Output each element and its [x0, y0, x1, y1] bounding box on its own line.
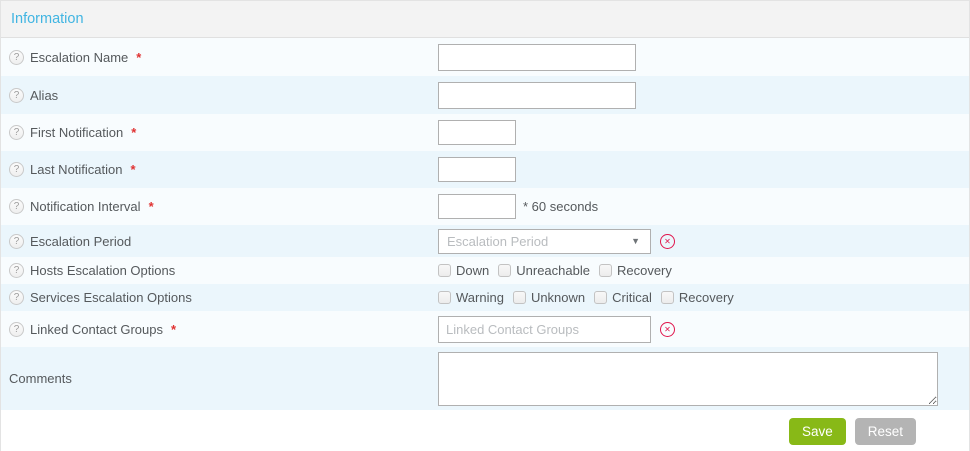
row-alias: ? Alias — [1, 76, 969, 114]
required-mark: * — [131, 162, 136, 177]
help-icon[interactable]: ? — [9, 88, 24, 103]
required-mark: * — [149, 199, 154, 214]
label-cell: ? Hosts Escalation Options — [1, 263, 438, 278]
reset-button[interactable]: Reset — [855, 418, 916, 445]
label-cell: ? Last Notification * — [1, 162, 438, 177]
escalation-period-select[interactable]: Escalation Period ▼ — [438, 229, 651, 254]
field-cell: ✕ — [438, 316, 969, 343]
field-cell — [438, 82, 969, 109]
field-label: Services Escalation Options — [30, 290, 192, 305]
checkbox-label: Unknown — [531, 290, 585, 305]
checkbox-icon — [438, 264, 451, 277]
required-mark: * — [171, 322, 176, 337]
checkbox-label: Unreachable — [516, 263, 590, 278]
checkbox-option-recovery[interactable]: Recovery — [599, 263, 672, 278]
label-cell: ? First Notification * — [1, 125, 438, 140]
help-icon[interactable]: ? — [9, 199, 24, 214]
help-icon[interactable]: ? — [9, 263, 24, 278]
field-label: Escalation Period — [30, 234, 131, 249]
form-actions: Save Reset — [1, 410, 969, 451]
help-icon[interactable]: ? — [9, 290, 24, 305]
clear-escalation-period-icon[interactable]: ✕ — [660, 234, 675, 249]
field-cell — [438, 352, 969, 406]
field-label: Last Notification — [30, 162, 123, 177]
checkbox-label: Recovery — [617, 263, 672, 278]
field-cell: Warning Unknown Critical Recovery — [438, 290, 969, 305]
checkbox-icon — [438, 291, 451, 304]
clear-linked-contact-groups-icon[interactable]: ✕ — [660, 322, 675, 337]
checkbox-option-unknown[interactable]: Unknown — [513, 290, 585, 305]
chevron-down-icon: ▼ — [631, 236, 640, 246]
label-cell: ? Escalation Name * — [1, 50, 438, 65]
help-icon[interactable]: ? — [9, 234, 24, 249]
checkbox-icon — [594, 291, 607, 304]
checkbox-option-critical[interactable]: Critical — [594, 290, 652, 305]
field-cell — [438, 120, 969, 145]
panel-header: Information — [1, 1, 969, 38]
row-linked-contact-groups: ? Linked Contact Groups * ✕ — [1, 311, 969, 347]
save-button[interactable]: Save — [789, 418, 846, 445]
required-mark: * — [131, 125, 136, 140]
comments-textarea[interactable] — [438, 352, 938, 406]
checkbox-icon — [661, 291, 674, 304]
field-label: Notification Interval — [30, 199, 141, 214]
label-cell: Comments — [1, 371, 438, 386]
field-cell: Down Unreachable Recovery — [438, 263, 969, 278]
field-cell — [438, 44, 969, 71]
help-icon[interactable]: ? — [9, 125, 24, 140]
field-label: Linked Contact Groups — [30, 322, 163, 337]
checkbox-label: Recovery — [679, 290, 734, 305]
help-icon[interactable]: ? — [9, 50, 24, 65]
field-label: First Notification — [30, 125, 123, 140]
field-label: Escalation Name — [30, 50, 128, 65]
checkbox-icon — [513, 291, 526, 304]
checkbox-option-warning[interactable]: Warning — [438, 290, 504, 305]
notification-interval-input[interactable] — [438, 194, 516, 219]
help-icon[interactable]: ? — [9, 162, 24, 177]
row-services-escalation-options: ? Services Escalation Options Warning Un… — [1, 284, 969, 311]
checkbox-option-recovery[interactable]: Recovery — [661, 290, 734, 305]
label-cell: ? Linked Contact Groups * — [1, 322, 438, 337]
checkbox-option-down[interactable]: Down — [438, 263, 489, 278]
checkbox-label: Critical — [612, 290, 652, 305]
field-label: Comments — [9, 371, 72, 386]
field-cell: Escalation Period ▼ ✕ — [438, 229, 969, 254]
row-escalation-name: ? Escalation Name * — [1, 38, 969, 76]
row-first-notification: ? First Notification * — [1, 114, 969, 151]
field-label: Hosts Escalation Options — [30, 263, 175, 278]
row-notification-interval: ? Notification Interval * * 60 seconds — [1, 188, 969, 225]
label-cell: ? Escalation Period — [1, 234, 438, 249]
field-cell — [438, 157, 969, 182]
help-icon[interactable]: ? — [9, 322, 24, 337]
linked-contact-groups-input[interactable] — [438, 316, 651, 343]
escalation-form-panel: Information ? Escalation Name * ? Alias … — [0, 0, 970, 451]
checkbox-label: Down — [456, 263, 489, 278]
first-notification-input[interactable] — [438, 120, 516, 145]
field-label: Alias — [30, 88, 58, 103]
interval-unit-hint: * 60 seconds — [523, 199, 598, 214]
select-placeholder: Escalation Period — [447, 234, 631, 249]
escalation-name-input[interactable] — [438, 44, 636, 71]
label-cell: ? Services Escalation Options — [1, 290, 438, 305]
checkbox-label: Warning — [456, 290, 504, 305]
row-last-notification: ? Last Notification * — [1, 151, 969, 188]
field-cell: * 60 seconds — [438, 194, 969, 219]
alias-input[interactable] — [438, 82, 636, 109]
panel-title: Information — [11, 11, 84, 27]
row-escalation-period: ? Escalation Period Escalation Period ▼ … — [1, 225, 969, 257]
checkbox-icon — [498, 264, 511, 277]
row-comments: Comments — [1, 347, 969, 410]
row-hosts-escalation-options: ? Hosts Escalation Options Down Unreacha… — [1, 257, 969, 284]
label-cell: ? Notification Interval * — [1, 199, 438, 214]
required-mark: * — [136, 50, 141, 65]
label-cell: ? Alias — [1, 88, 438, 103]
checkbox-option-unreachable[interactable]: Unreachable — [498, 263, 590, 278]
last-notification-input[interactable] — [438, 157, 516, 182]
checkbox-icon — [599, 264, 612, 277]
